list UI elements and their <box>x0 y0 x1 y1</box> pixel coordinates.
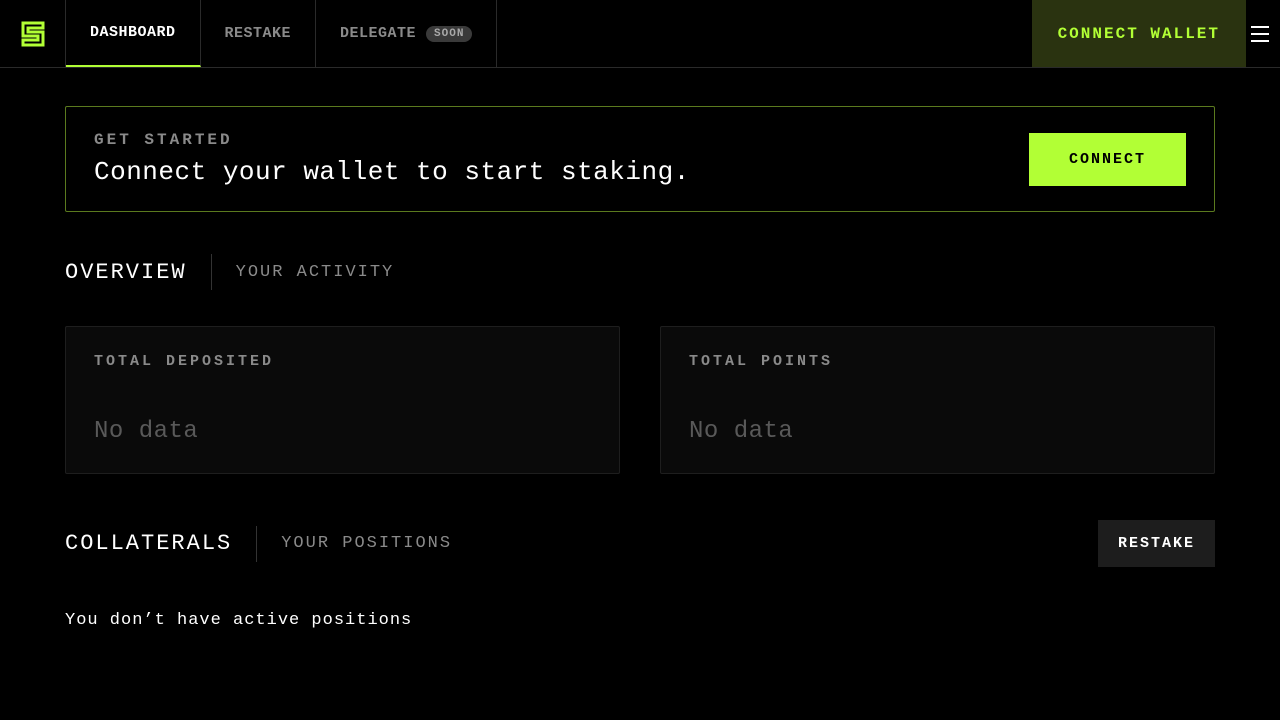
collaterals-header: COLLATERALS YOUR POSITIONS RESTAKE <box>65 520 1215 567</box>
restake-button-label: RESTAKE <box>1118 535 1195 552</box>
soon-badge: SOON <box>426 26 472 42</box>
nav-item-label: RESTAKE <box>225 25 292 42</box>
overview-tabs: OVERVIEW YOUR ACTIVITY <box>65 254 1215 290</box>
banner-title: Connect your wallet to start staking. <box>94 157 690 187</box>
card-value: No data <box>689 418 1186 445</box>
get-started-banner: GET STARTED Connect your wallet to start… <box>65 106 1215 212</box>
nav-item-restake[interactable]: RESTAKE <box>201 0 317 67</box>
tab-label: YOUR ACTIVITY <box>236 263 395 282</box>
tab-label: YOUR POSITIONS <box>281 534 452 553</box>
tab-your-positions[interactable]: YOUR POSITIONS <box>281 534 452 553</box>
connect-wallet-label: CONNECT WALLET <box>1058 25 1220 43</box>
logo-icon <box>19 20 47 48</box>
tab-divider <box>211 254 212 290</box>
tab-your-activity[interactable]: YOUR ACTIVITY <box>236 263 395 282</box>
tab-collaterals[interactable]: COLLATERALS <box>65 531 232 556</box>
menu-button[interactable] <box>1246 0 1280 67</box>
collaterals-tabs: COLLATERALS YOUR POSITIONS <box>65 526 1098 562</box>
banner-text: GET STARTED Connect your wallet to start… <box>94 131 690 187</box>
card-total-deposited: TOTAL DEPOSITED No data <box>65 326 620 474</box>
overview-cards: TOTAL DEPOSITED No data TOTAL POINTS No … <box>65 326 1215 474</box>
tab-overview[interactable]: OVERVIEW <box>65 260 187 285</box>
nav-item-label: DELEGATE <box>340 25 416 42</box>
nav-item-label: DASHBOARD <box>90 24 176 41</box>
tab-label: COLLATERALS <box>65 531 232 556</box>
connect-wallet-button[interactable]: CONNECT WALLET <box>1032 0 1246 67</box>
card-value: No data <box>94 418 591 445</box>
banner-eyebrow: GET STARTED <box>94 131 690 149</box>
main-content: GET STARTED Connect your wallet to start… <box>0 68 1280 630</box>
topbar-spacer <box>497 0 1031 67</box>
topbar: DASHBOARD RESTAKE DELEGATE SOON CONNECT … <box>0 0 1280 68</box>
tab-label: OVERVIEW <box>65 260 187 285</box>
connect-button-label: CONNECT <box>1069 151 1146 168</box>
tab-divider <box>256 526 257 562</box>
nav-item-delegate[interactable]: DELEGATE SOON <box>316 0 497 67</box>
card-total-points: TOTAL POINTS No data <box>660 326 1215 474</box>
menu-icon <box>1251 26 1269 42</box>
restake-button[interactable]: RESTAKE <box>1098 520 1215 567</box>
nav-tabs: DASHBOARD RESTAKE DELEGATE SOON <box>66 0 497 67</box>
logo[interactable] <box>0 0 66 67</box>
card-label: TOTAL DEPOSITED <box>94 353 591 370</box>
connect-button[interactable]: CONNECT <box>1029 133 1186 186</box>
positions-empty-message: You don’t have active positions <box>65 611 1215 630</box>
nav-item-dashboard[interactable]: DASHBOARD <box>66 0 201 67</box>
card-label: TOTAL POINTS <box>689 353 1186 370</box>
